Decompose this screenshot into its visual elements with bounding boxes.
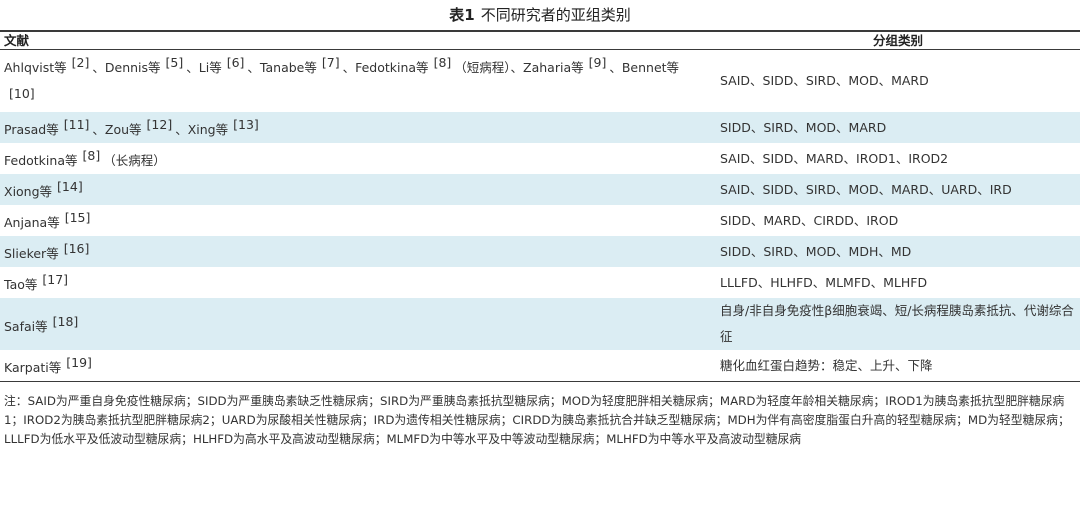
table-row: Safai等 [18] 自身/非自身免疫性β细胞衰竭、短/长病程胰岛素抵抗、代谢综合… — [0, 298, 1080, 350]
reference-citation: [5] — [165, 55, 184, 70]
author-text: 、Li等 — [186, 60, 222, 75]
subgroup-category-cell: SAID、SIDD、MARD、IROD1、IROD2 — [720, 150, 949, 166]
author-text: （短病程）、Zaharia等 — [454, 60, 584, 75]
literature-cell: Xiong等 [14] — [0, 174, 716, 205]
table-number: 表1 — [449, 6, 475, 24]
author-text: 、Xing等 — [175, 122, 229, 137]
literature-cell: Slieker等 [16] — [0, 236, 716, 267]
subgroup-category-cell: LLLFD、HLHFD、MLMFD、MLHFD — [720, 274, 928, 290]
reference-citation: [8] — [433, 55, 452, 70]
table-title: 不同研究者的亚组类别 — [480, 6, 631, 24]
table-header-row: 文献 分组类别 — [0, 31, 1080, 50]
author-text: 、Fedotkina等 — [342, 60, 429, 75]
author-text: Prasad等 — [4, 122, 59, 137]
subgroup-category-cell: 自身/非自身免疫性β细胞衰竭、短/长病程胰岛素抵抗、代谢综合征 — [716, 298, 1080, 350]
literature-cell: Karpati等 [19] — [0, 350, 716, 382]
table-row: Xiong等 [14] SAID、SIDD、SIRD、MOD、MARD、UARD、I… — [0, 174, 1080, 205]
author-text: Safai等 — [4, 318, 48, 334]
literature-cell: Tao等 [17] — [0, 267, 716, 298]
table-row: Tao等 [17] LLLFD、HLHFD、MLMFD、MLHFD — [0, 267, 1080, 298]
reference-citation: [12] — [146, 117, 173, 132]
reference-citation: [8] — [82, 148, 101, 163]
reference-citation: [14] — [57, 179, 83, 194]
subgroup-category-cell: SIDD、SIRD、MOD、MARD — [716, 112, 1080, 143]
literature-cell: Fedotkina等 [8] （长病程） — [0, 143, 716, 174]
reference-citation: [2] — [71, 55, 90, 70]
header-subgroup-category: 分组类别 — [716, 31, 1080, 50]
subgroup-table: 文献 分组类别 Ahlqvist等 [2] 、Dennis等 [5] 、Li等 [6] 、T… — [0, 30, 1080, 382]
table-row: Fedotkina等 [8] （长病程） SAID、SIDD、MARD、IROD1、I… — [0, 143, 1080, 174]
table-row: Karpati等 [19] 糖化血红蛋白趋势：稳定、上升、下降 — [0, 350, 1080, 382]
reference-citation: [18] — [52, 313, 79, 329]
reference-citation: [19] — [66, 355, 92, 370]
reference-citation: [13] — [233, 117, 259, 132]
table-row: Prasad等 [11] 、Zou等 [12] 、Xing等 [13] SIDD、SIRD、… — [0, 112, 1080, 143]
literature-cell: Ahlqvist等 [2] 、Dennis等 [5] 、Li等 [6] 、Tanabe等 [7… — [0, 50, 716, 113]
literature-cell: Prasad等 [11] 、Zou等 [12] 、Xing等 [13] — [0, 112, 716, 143]
table-body: Ahlqvist等 [2] 、Dennis等 [5] 、Li等 [6] 、Tanabe等 [7… — [0, 50, 1080, 382]
author-text: Fedotkina等 — [4, 153, 78, 168]
author-text: Tao等 — [4, 277, 38, 292]
author-text: 、Zou等 — [92, 122, 142, 137]
subgroup-category-cell: 糖化血红蛋白趋势：稳定、上升、下降 — [720, 357, 933, 373]
subgroup-category-cell: SIDD、MARD、CIRDD、IROD — [720, 212, 899, 228]
table-row: Ahlqvist等 [2] 、Dennis等 [5] 、Li等 [6] 、Tanabe等 [7… — [0, 50, 1080, 113]
table-footnote: 注：SAID为严重自身免疫性糖尿病；SIDD为严重胰岛素缺乏性糖尿病；SIRD为… — [4, 394, 1070, 446]
table-row: Anjana等 [15] SIDD、MARD、CIRDD、IROD — [0, 205, 1080, 236]
subgroup-category-cell: SAID、SIDD、SIRD、MOD、MARD、UARD、IRD — [716, 174, 1080, 205]
header-literature: 文献 — [0, 31, 716, 50]
author-text: （长病程） — [103, 153, 166, 168]
reference-citation: [7] — [321, 55, 340, 70]
reference-citation: [9] — [588, 55, 607, 70]
author-text: Anjana等 — [4, 215, 60, 230]
author-text: 、Dennis等 — [92, 60, 161, 75]
reference-citation: [16] — [63, 241, 90, 256]
author-text: 、Tanabe等 — [247, 60, 317, 75]
table-row: Slieker等 [16] SIDD、SIRD、MOD、MDH、MD — [0, 236, 1080, 267]
literature-cell: Safai等 [18] — [0, 298, 716, 350]
literature-cell: Anjana等 [15] — [0, 205, 716, 236]
author-text: Slieker等 — [4, 246, 59, 261]
author-text: Karpati等 — [4, 360, 62, 375]
subgroup-category-cell: SAID、SIDD、SIRD、MOD、MARD — [720, 73, 929, 88]
author-text: 、Bennet等 — [609, 60, 680, 75]
subgroup-category-cell: SIDD、SIRD、MOD、MDH、MD — [716, 236, 1080, 267]
reference-citation: [10] — [9, 86, 35, 101]
reference-citation: [17] — [42, 272, 69, 287]
author-text: Xiong等 — [4, 184, 53, 199]
author-text: Ahlqvist等 — [4, 60, 67, 75]
reference-citation: [15] — [64, 210, 91, 225]
table-caption: 表1 不同研究者的亚组类别 — [0, 0, 1080, 30]
reference-citation: [6] — [226, 55, 245, 70]
reference-citation: [11] — [63, 117, 90, 132]
